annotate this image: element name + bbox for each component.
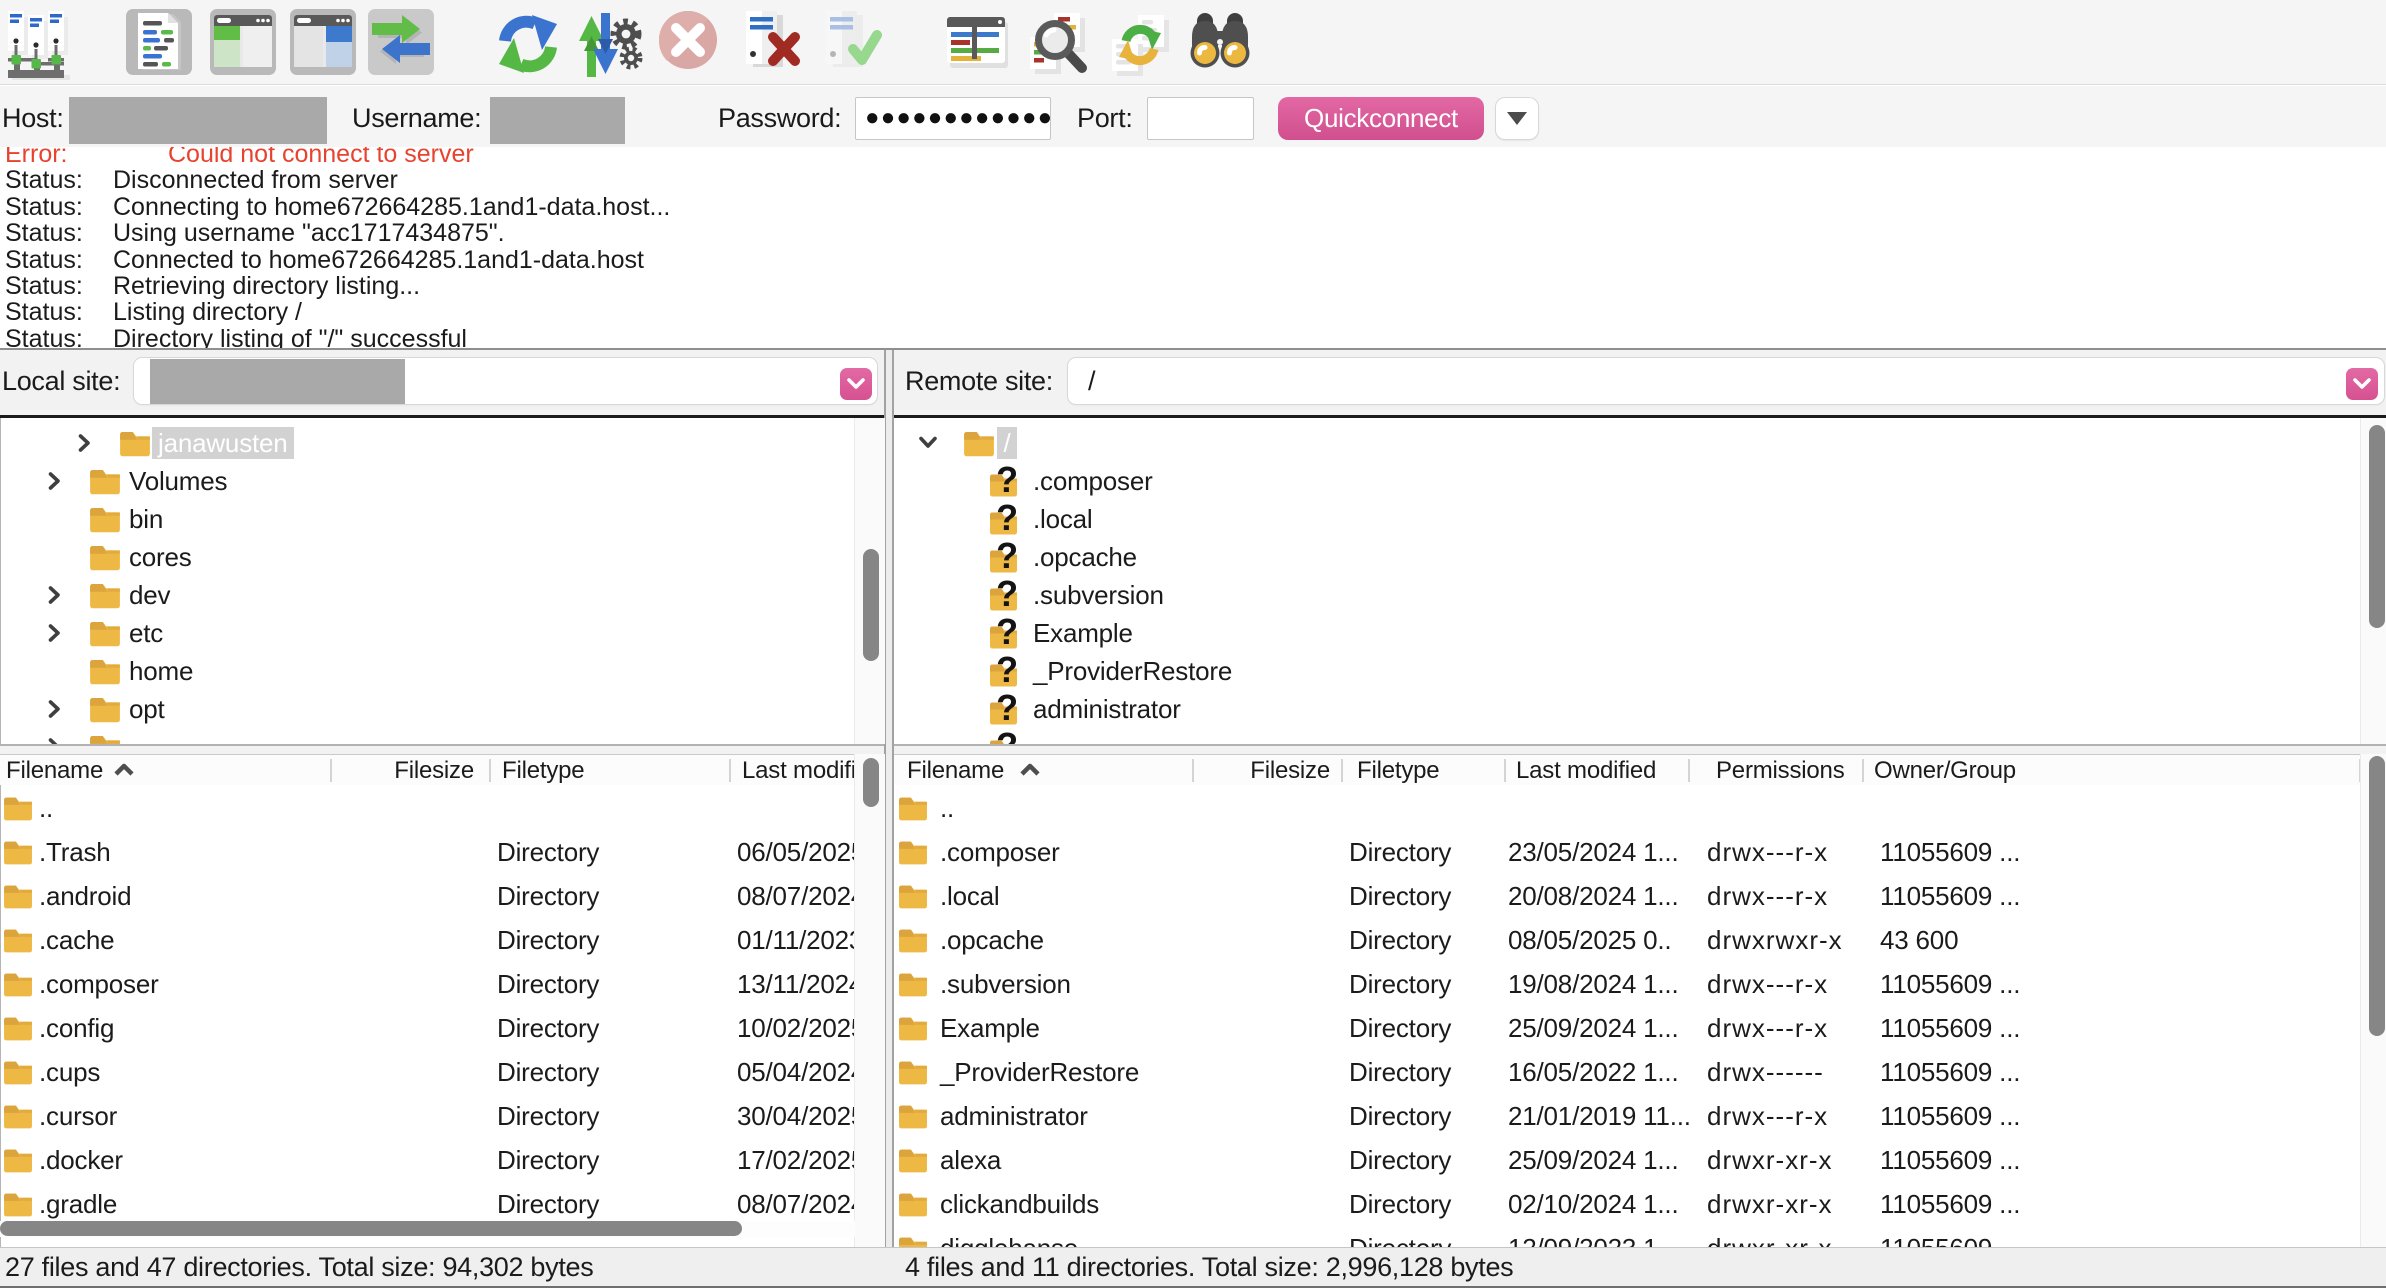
svg-text:?: ? [996, 691, 1018, 727]
svg-text:?: ? [996, 653, 1018, 689]
svg-text:?: ? [996, 539, 1018, 575]
svg-text:?: ? [996, 463, 1018, 499]
svg-text:?: ? [996, 577, 1018, 613]
svg-text:?: ? [996, 501, 1018, 537]
svg-text:?: ? [996, 729, 1018, 746]
svg-text:?: ? [996, 615, 1018, 651]
